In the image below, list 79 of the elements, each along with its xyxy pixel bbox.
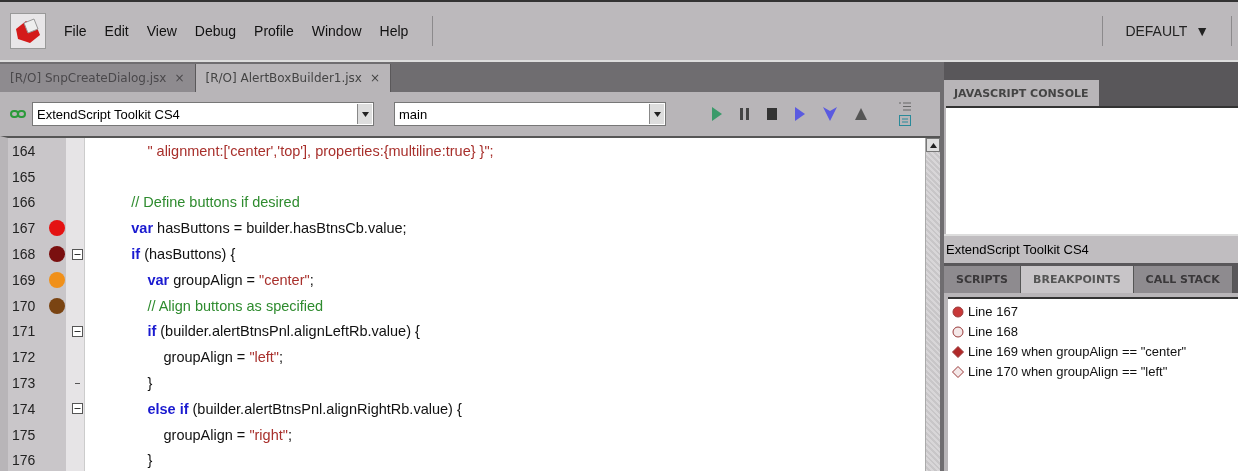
line-number: 164 — [11, 142, 37, 159]
breakpoint-marker[interactable] — [49, 246, 65, 263]
code-text: "center" — [259, 271, 310, 288]
collapse-icon[interactable] — [72, 325, 83, 337]
document-tab[interactable]: [R/O] AlertBoxBuilder1.jsx × — [195, 64, 392, 92]
dropdown-button[interactable] — [649, 104, 664, 124]
breakpoint-label[interactable]: Line 169 when groupAlign == "center" — [968, 344, 1187, 359]
code-text: ; — [287, 426, 292, 443]
caret-icon — [361, 111, 369, 117]
console-tab[interactable]: JAVASCRIPT CONSOLE — [944, 80, 1099, 106]
collapse-icon[interactable] — [72, 248, 83, 260]
line-number: 171 — [11, 323, 37, 340]
breakpoint-marker[interactable] — [49, 297, 65, 314]
line-number: 169 — [11, 271, 37, 288]
code-text: var — [146, 271, 170, 288]
target-dropdown[interactable]: ExtendScript Toolkit CS4 — [32, 102, 374, 126]
step-over-icon[interactable] — [795, 107, 805, 121]
breakpoint-label[interactable]: Line 168 — [968, 324, 1018, 339]
dropdown-button[interactable] — [357, 104, 372, 124]
dropdown-value: main — [398, 106, 428, 122]
line-number: 167 — [11, 220, 37, 237]
menu-item[interactable]: Profile — [254, 23, 294, 39]
line-number: 166 — [11, 194, 37, 211]
menu-icon[interactable] — [899, 102, 911, 111]
line-number: 174 — [11, 400, 37, 417]
code-text: (hasButtons) { — [143, 246, 236, 263]
code-text: "right" — [249, 426, 288, 443]
scroll-up-button[interactable] — [926, 138, 940, 152]
line-number: 170 — [11, 297, 37, 314]
code-text: "left" — [249, 349, 279, 366]
breakpoint-label[interactable]: Line 167 — [968, 304, 1018, 319]
code-text: if — [130, 246, 141, 263]
step-into-icon[interactable] — [823, 107, 837, 121]
menu-item[interactable]: Debug — [194, 23, 237, 39]
app-logo-icon — [10, 13, 46, 49]
console-target-label: ExtendScript Toolkit CS4 — [944, 234, 1238, 263]
code-text: } — [146, 452, 153, 469]
code-text: groupAlign = — [162, 349, 247, 366]
menu-item[interactable]: Help — [379, 23, 409, 39]
caret-icon — [653, 111, 661, 117]
menu-item[interactable]: File — [64, 23, 87, 39]
code-text: ; — [279, 349, 284, 366]
scrollbar[interactable] — [925, 138, 940, 471]
workspace-dropdown[interactable]: DEFAULT ▼ — [1109, 17, 1225, 45]
function-dropdown[interactable]: main — [394, 102, 666, 126]
step-out-icon[interactable] — [855, 108, 867, 120]
code-text: (builder.alertBtnsPnl.alignLeftRb.value) { — [159, 323, 420, 340]
pause-icon[interactable] — [740, 108, 749, 120]
code-text: " alignment:['center','top'], properties:{multiline:true} }"; — [146, 142, 494, 159]
code-text: if — [146, 323, 157, 340]
link-icon[interactable] — [10, 109, 26, 119]
line-number: 172 — [11, 349, 37, 366]
panel-icon[interactable] — [899, 115, 911, 126]
line-number: 175 — [11, 426, 37, 443]
panel-tab[interactable]: BREAKPOINTS — [1021, 266, 1134, 293]
breakpoint-label[interactable]: Line 170 when groupAlign == "left" — [968, 364, 1168, 379]
code-text: groupAlign = — [172, 271, 257, 288]
menu-item[interactable]: Edit — [104, 23, 129, 39]
collapse-icon[interactable] — [72, 403, 83, 415]
line-number: 168 — [11, 246, 37, 263]
breakpoint-marker[interactable] — [49, 220, 65, 237]
line-number: 176 — [11, 452, 37, 469]
line-number: 165 — [11, 168, 37, 185]
code-text: // Align buttons as specified — [146, 297, 324, 314]
code-text: (builder.alertBtnsPnl.alignRightRb.value) { — [191, 400, 462, 417]
code-text: else if — [146, 400, 189, 417]
dropdown-value: ExtendScript Toolkit CS4 — [36, 106, 180, 122]
code-text: } — [146, 375, 153, 392]
code-text: groupAlign = — [162, 426, 247, 443]
menu-item[interactable]: Window — [311, 23, 362, 39]
code-text: var — [130, 220, 154, 237]
code-text: ; — [309, 271, 314, 288]
code-text: hasButtons = builder.hasBtnsCb.value; — [156, 220, 407, 237]
caret-icon — [929, 142, 937, 148]
code-text: // Define buttons if desired — [130, 194, 300, 211]
line-number: 173 — [11, 375, 37, 392]
run-icon[interactable] — [712, 107, 722, 121]
menu-item[interactable]: View — [146, 23, 177, 39]
breakpoint-marker[interactable] — [49, 271, 65, 288]
